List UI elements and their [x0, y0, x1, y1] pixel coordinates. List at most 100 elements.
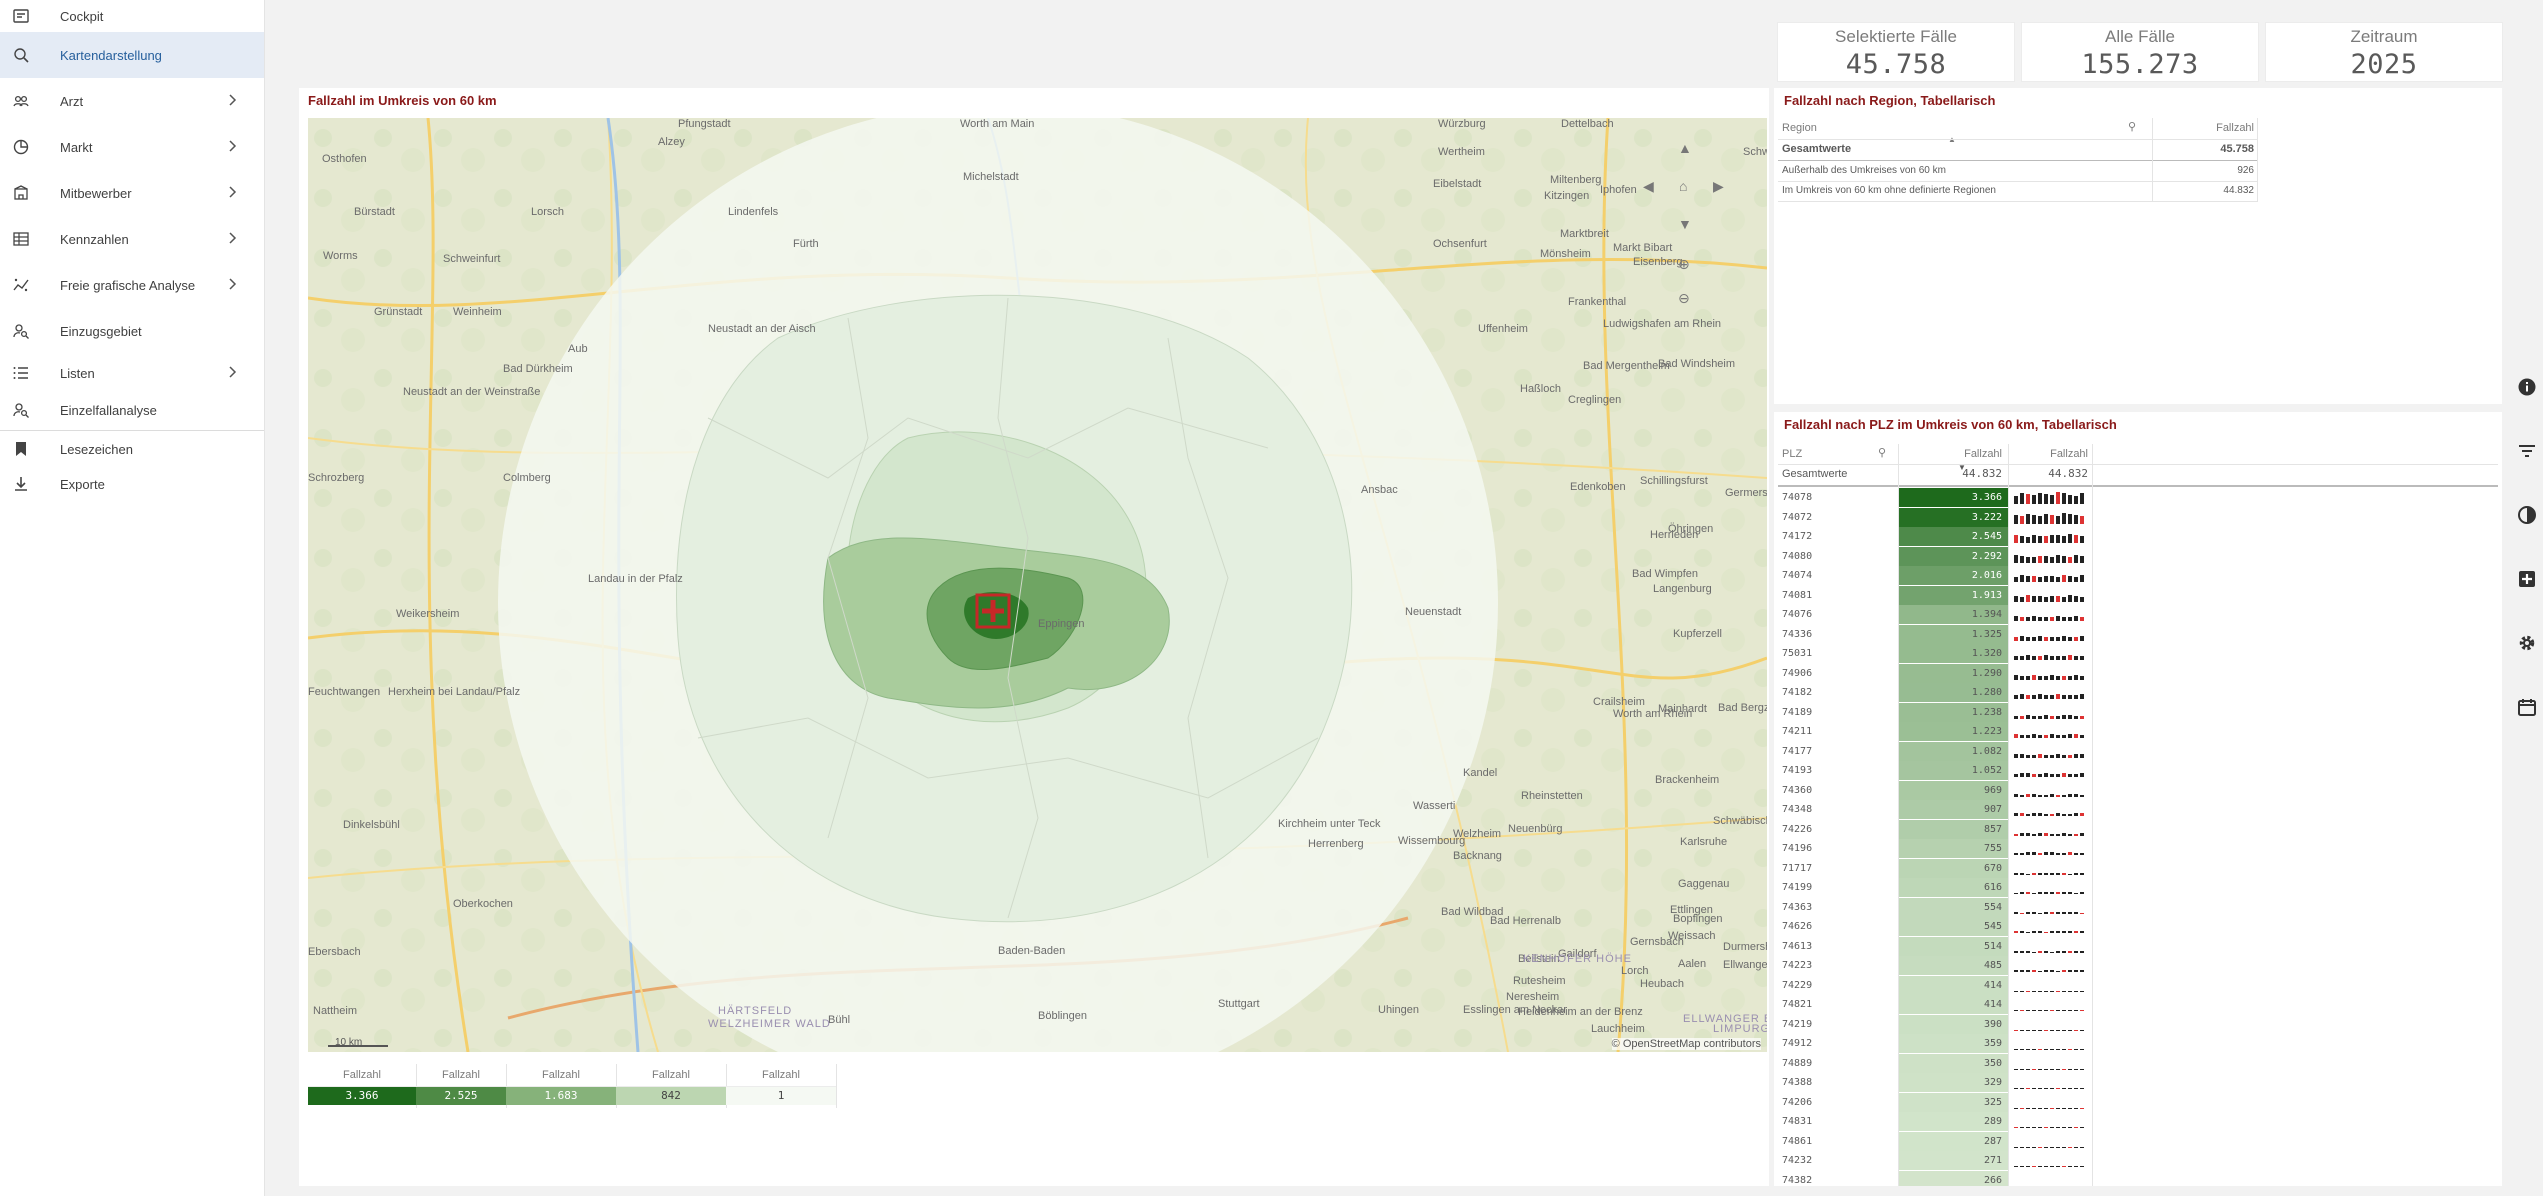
- table-row[interactable]: 74388 329: [1778, 1073, 2498, 1092]
- pan-up-icon[interactable]: ▲: [1678, 140, 1692, 156]
- sidebar-item-listen[interactable]: Listen: [0, 350, 264, 396]
- sidebar-item-einzugsgebiet[interactable]: Einzugsgebiet: [0, 308, 264, 354]
- sidebar-item-freie-grafische-analyse[interactable]: Freie grafische Analyse: [0, 262, 264, 308]
- kpi-title: Selektierte Fälle: [1835, 27, 1957, 46]
- map-view[interactable]: Pfungstadt Worth am Main Würzburg Dettelbac…: [308, 118, 1767, 1052]
- sidebar: Cockpit Kartendarstellung Arzt Markt Mitbewe…: [0, 0, 265, 1196]
- sidebar-item-lesezeichen[interactable]: Lesezeichen: [0, 430, 264, 467]
- table-row[interactable]: 74861 287: [1778, 1131, 2498, 1151]
- table-row[interactable]: Außerhalb des Umkreises von 60 km 926: [1778, 161, 2258, 181]
- map-place-label: Gaggenau: [1678, 878, 1730, 890]
- table-row[interactable]: 74889 350: [1778, 1053, 2498, 1073]
- legend-label: Fallzahl: [616, 1064, 726, 1087]
- table-row[interactable]: 74348 907: [1778, 800, 2498, 819]
- map-place-label: Kitzingen: [1544, 190, 1590, 202]
- map-place-label: Uffenheim: [1478, 323, 1528, 335]
- table-row[interactable]: 74336 1.325: [1778, 624, 2498, 644]
- table-row[interactable]: 74193 1.052: [1778, 761, 2498, 780]
- sidebar-item-arzt[interactable]: Arzt: [0, 78, 264, 124]
- table-row[interactable]: 75031 1.320: [1778, 644, 2498, 663]
- info-icon[interactable]: [2510, 355, 2543, 419]
- region-col-header[interactable]: Region: [1782, 118, 1817, 138]
- table-row[interactable]: 74076 1.394: [1778, 605, 2498, 624]
- sidebar-item-kennzahlen[interactable]: Kennzahlen: [0, 216, 264, 262]
- map-place-label: Stuttgart: [1218, 998, 1260, 1010]
- table-row[interactable]: 74078 3.366: [1778, 488, 2498, 507]
- table-row[interactable]: 74363 554: [1778, 897, 2498, 917]
- table-row[interactable]: 74072 3.222: [1778, 507, 2498, 527]
- map-panel-title: Fallzahl im Umkreis von 60 km: [308, 93, 497, 108]
- fallzahl-col-header[interactable]: Fallzahl: [2168, 118, 2254, 138]
- table-row[interactable]: 74199 616: [1778, 878, 2498, 897]
- filter-icon[interactable]: [2510, 419, 2543, 483]
- table-row[interactable]: 74189 1.238: [1778, 702, 2498, 722]
- search-icon[interactable]: ⚲: [2128, 117, 2136, 137]
- table-row[interactable]: 71717 670: [1778, 858, 2498, 878]
- plz-col-header[interactable]: PLZ: [1782, 444, 1802, 464]
- table-row[interactable]: 74229 414: [1778, 975, 2498, 995]
- map-place-label: Weikersheim: [396, 608, 460, 620]
- sidebar-item-mitbewerber[interactable]: Mitbewerber: [0, 170, 264, 216]
- theme-icon[interactable]: [2510, 483, 2543, 547]
- settings-icon[interactable]: [2510, 611, 2543, 675]
- sidebar-item-markt[interactable]: Markt: [0, 124, 264, 170]
- plz-code: 75031: [1782, 648, 1813, 659]
- zoom-out-icon[interactable]: ⊖: [1678, 290, 1690, 307]
- search-icon[interactable]: ⚲: [1878, 444, 1886, 463]
- calendar-icon[interactable]: [2510, 675, 2543, 739]
- home-icon[interactable]: ⌂: [1679, 178, 1687, 194]
- legend-bin: Fallzahl 842: [616, 1064, 727, 1108]
- map-place-label: Miltenberg: [1550, 174, 1602, 186]
- right-toolbar: [2510, 355, 2543, 739]
- table-row[interactable]: 74177 1.082: [1778, 741, 2498, 761]
- legend-bin: Fallzahl 3.366: [308, 1064, 417, 1108]
- sidebar-item-label: Einzugsgebiet: [60, 323, 142, 339]
- table-row[interactable]: 74626 545: [1778, 917, 2498, 936]
- fallzahl-col-header[interactable]: Fallzahl: [1902, 444, 2002, 464]
- table-row[interactable]: 74196 755: [1778, 839, 2498, 858]
- table-row[interactable]: 74080 2.292: [1778, 546, 2498, 566]
- plz-code: 74080: [1782, 550, 1813, 562]
- zoom-in-icon[interactable]: ⊕: [1678, 256, 1690, 273]
- table-row[interactable]: 74081 1.913: [1778, 585, 2498, 605]
- pan-right-icon[interactable]: ▶: [1713, 178, 1724, 195]
- map-place-label: Ebersbach: [308, 946, 361, 958]
- plz-value: 755: [1899, 839, 2008, 858]
- pan-left-icon[interactable]: ◀: [1643, 178, 1654, 195]
- table-row[interactable]: 74182 1.280: [1778, 683, 2498, 702]
- plz-value: 1.280: [1899, 683, 2008, 702]
- table-row[interactable]: 74206 325: [1778, 1092, 2498, 1112]
- table-row[interactable]: 74074 2.016: [1778, 566, 2498, 585]
- table-row[interactable]: 74223 485: [1778, 956, 2498, 975]
- plz-code: 74196: [1782, 843, 1813, 854]
- table-row[interactable]: 74906 1.290: [1778, 663, 2498, 683]
- plz-code: 74906: [1782, 667, 1813, 679]
- plus-box-icon[interactable]: [2510, 547, 2543, 611]
- sidebar-item-exporte[interactable]: Exporte: [0, 466, 264, 502]
- region-header-row: Region ⚲ ▲ Fallzahl: [1778, 117, 2258, 144]
- map-place-label: Crailsheim: [1593, 696, 1645, 708]
- table-row[interactable]: 74219 390: [1778, 1014, 2498, 1034]
- table-row[interactable]: 74821 414: [1778, 995, 2498, 1014]
- table-row[interactable]: Im Umkreis von 60 km ohne definierte Reg…: [1778, 181, 2258, 201]
- table-row[interactable]: 74360 969: [1778, 780, 2498, 800]
- sidebar-item-cockpit[interactable]: Cockpit: [0, 0, 264, 32]
- table-row[interactable]: 74831 289: [1778, 1112, 2498, 1131]
- map-attribution[interactable]: © OpenStreetMap contributors: [1611, 1038, 1761, 1050]
- legend-value: 3.366: [308, 1087, 416, 1105]
- table-row[interactable]: 74613 514: [1778, 936, 2498, 956]
- plz-value: 2.545: [1899, 527, 2008, 546]
- table-row[interactable]: 74172 2.545: [1778, 527, 2498, 546]
- table-row[interactable]: 74232 271: [1778, 1151, 2498, 1170]
- table-row[interactable]: 74912 359: [1778, 1034, 2498, 1053]
- table-icon: [12, 230, 30, 248]
- table-row[interactable]: 74382 266: [1778, 1170, 2498, 1186]
- sidebar-item-einzelfallanalyse[interactable]: Einzelfallanalyse: [0, 392, 264, 428]
- table-row[interactable]: 74211 1.223: [1778, 722, 2498, 741]
- plz-value: 359: [1899, 1034, 2008, 1053]
- map-place-label: Brackenheim: [1655, 774, 1720, 786]
- table-row[interactable]: 74226 857: [1778, 819, 2498, 839]
- sidebar-item-kartendarstellung[interactable]: Kartendarstellung: [0, 32, 264, 78]
- fallzahl-trend-col-header[interactable]: Fallzahl: [2008, 444, 2088, 464]
- pan-down-icon[interactable]: ▼: [1678, 216, 1692, 232]
